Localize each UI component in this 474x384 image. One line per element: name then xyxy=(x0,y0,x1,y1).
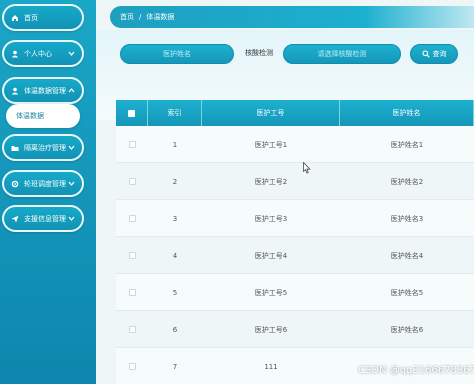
breadcrumb-current: 体温数据 xyxy=(146,13,175,21)
row-checkbox[interactable] xyxy=(128,363,136,370)
breadcrumb: 首页 / 体温数据 xyxy=(110,6,474,28)
table-row[interactable]: 6 医护工号6 医护姓名6 xyxy=(116,311,474,348)
cell-index: 7 xyxy=(172,362,178,371)
submenu-item-temperature-data[interactable]: 体温数据 xyxy=(6,104,80,128)
row-checkbox[interactable] xyxy=(128,252,136,259)
folder-icon xyxy=(11,144,19,152)
cell-staff-id: 医护工号5 xyxy=(254,288,288,297)
sidebar-item-personal-center[interactable]: 个人中心 xyxy=(2,40,84,67)
table-header: 索引 医护工号 医护姓名 xyxy=(116,100,474,126)
staff-name-placeholder: 医护姓名 xyxy=(163,50,191,58)
search-button-label: 查询 xyxy=(432,50,447,58)
header-select-all[interactable] xyxy=(116,100,148,126)
home-icon xyxy=(11,14,19,22)
chevron-down-icon xyxy=(68,180,75,187)
cell-index: 6 xyxy=(172,325,178,334)
cell-staff-id: 医护工号3 xyxy=(254,214,288,223)
mouse-cursor-icon xyxy=(303,161,311,174)
cell-staff-name: 医护姓名1 xyxy=(390,140,424,149)
search-icon xyxy=(421,50,430,58)
cell-staff-name: 医护姓名6 xyxy=(390,325,424,334)
cell-staff-name: 医护姓名3 xyxy=(390,214,424,223)
table-row[interactable]: 3 医护工号3 医护姓名3 xyxy=(116,200,474,237)
chevron-down-icon xyxy=(68,215,75,222)
sidebar-item-label: 体温数据管理 xyxy=(24,86,66,95)
sidebar-item-temperature-management[interactable]: 体温数据管理 xyxy=(2,77,84,104)
cell-index: 1 xyxy=(172,140,178,149)
select-all-checkbox[interactable] xyxy=(128,109,135,117)
send-icon xyxy=(11,215,19,223)
chevron-down-icon xyxy=(68,50,75,57)
table-row[interactable]: 4 医护工号4 医护姓名4 xyxy=(116,237,474,274)
cell-staff-id: 医护工号2 xyxy=(254,177,288,186)
header-staff-id: 医护工号 xyxy=(202,100,340,126)
row-checkbox[interactable] xyxy=(128,141,136,148)
cell-staff-id: 医护工号4 xyxy=(254,251,288,260)
row-checkbox[interactable] xyxy=(128,215,136,222)
sidebar-item-shift-management[interactable]: 轮班调度管理 xyxy=(2,170,84,197)
cell-staff-id: 医护工号1 xyxy=(254,140,288,149)
row-checkbox[interactable] xyxy=(128,326,136,333)
cell-staff-id: 111 xyxy=(264,362,278,371)
table-row[interactable]: 5 医护工号5 医护姓名5 xyxy=(116,274,474,311)
table-row[interactable]: 1 医护工号1 医护姓名1 xyxy=(116,126,474,163)
data-table: 索引 医护工号 医护姓名 1 医护工号1 医护姓名1 2 医护工号2 医护姓名2… xyxy=(116,100,474,384)
chevron-up-icon xyxy=(68,87,75,94)
breadcrumb-home[interactable]: 首页 xyxy=(120,12,134,22)
table-row[interactable]: 2 医护工号2 医护姓名2 xyxy=(116,163,474,200)
watermark: CSDN @qq3166678367 xyxy=(358,365,474,376)
cell-staff-name: 医护姓名2 xyxy=(390,177,424,186)
cell-staff-name: 医护姓名5 xyxy=(390,288,424,297)
row-checkbox[interactable] xyxy=(128,289,136,296)
cell-staff-id: 医护工号6 xyxy=(254,325,288,334)
cell-index: 3 xyxy=(172,214,178,223)
nucleic-test-select[interactable]: 请选择核酸检测 xyxy=(283,44,401,64)
header-index: 索引 xyxy=(148,100,202,126)
header-staff-name: 医护姓名 xyxy=(340,100,474,126)
staff-name-search-input[interactable]: 医护姓名 xyxy=(120,44,234,64)
user-icon xyxy=(11,87,19,95)
cell-index: 5 xyxy=(172,288,178,297)
sidebar-item-support-management[interactable]: 支援信息管理 xyxy=(2,205,84,232)
sidebar-item-label: 隔离治疗管理 xyxy=(24,143,66,152)
sidebar-item-label: 支援信息管理 xyxy=(24,214,66,223)
sidebar-item-label: 首页 xyxy=(24,13,38,22)
submenu-item-label: 体温数据 xyxy=(16,112,44,120)
search-button[interactable]: 查询 xyxy=(410,44,458,64)
row-checkbox[interactable] xyxy=(128,178,136,185)
cell-index: 2 xyxy=(172,177,178,186)
nucleic-test-label: 核酸检测 xyxy=(245,49,273,57)
cell-index: 4 xyxy=(172,251,178,260)
sidebar-item-label: 个人中心 xyxy=(24,49,52,58)
sidebar-item-home[interactable]: 首页 xyxy=(2,4,84,31)
sidebar: 首页 个人中心 体温数据管理 体温数据 隔离治疗管理 轮班调度管理 支援信息管理 xyxy=(0,0,96,384)
sidebar-item-label: 轮班调度管理 xyxy=(24,179,66,188)
user-icon xyxy=(11,50,19,58)
gear-icon xyxy=(11,180,19,188)
chevron-down-icon xyxy=(68,144,75,151)
breadcrumb-separator: / xyxy=(139,13,142,21)
sidebar-item-isolation-management[interactable]: 隔离治疗管理 xyxy=(2,134,84,161)
cell-staff-name: 医护姓名4 xyxy=(390,251,424,260)
nucleic-test-placeholder: 请选择核酸检测 xyxy=(317,50,367,58)
